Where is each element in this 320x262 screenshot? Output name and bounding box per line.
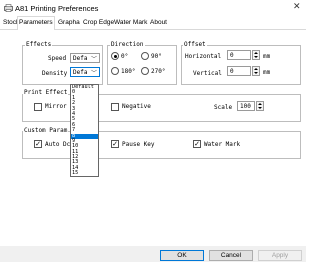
tab-about[interactable]: About [149, 17, 168, 30]
density-dropdown-list[interactable]: Default 0 1 2 3 4 5 6 7 8 9 10 11 12 13 … [70, 84, 99, 177]
offset-group-label: Offset [183, 41, 207, 48]
tab-bar: Stock Parameters Grapha Crop Edge Water … [0, 16, 306, 31]
printer-icon [4, 4, 13, 12]
density-label: Density [42, 70, 68, 77]
speed-select[interactable]: Defa ﹀ [70, 53, 100, 63]
scale-spinner[interactable] [256, 101, 264, 111]
tab-crop-edge[interactable]: Crop Edge [82, 17, 115, 30]
water-mark-checkbox[interactable]: ✓ [193, 140, 201, 148]
speed-value: Defa [73, 55, 88, 62]
title-bar: A81 Printing Preferences ✕ [0, 0, 306, 15]
water-mark-label: Water Mark [204, 141, 241, 148]
direction-group-label: Direction [110, 41, 145, 48]
cancel-button[interactable]: Cancel [209, 250, 253, 261]
direction-270-label: 270° [151, 68, 166, 75]
vertical-label: Vertical [193, 70, 222, 77]
tab-water-mark[interactable]: Water Mark [113, 17, 148, 30]
apply-button[interactable]: Apply [258, 250, 302, 261]
pause-key-checkbox[interactable]: ✓ [111, 140, 119, 148]
auto-label: Auto Dc [45, 141, 71, 148]
direction-90-label: 90° [151, 53, 162, 60]
effects-group [22, 45, 103, 85]
direction-group [107, 45, 177, 85]
vertical-unit: mm [263, 69, 271, 76]
vertical-spinner[interactable] [252, 66, 260, 76]
tab-grapha[interactable]: Grapha [57, 17, 81, 30]
auto-checkbox[interactable]: ✓ [34, 140, 42, 148]
print-effect-group-label: Print Effect [23, 89, 69, 96]
custom-params-group-label: Custom Param [23, 127, 69, 134]
negative-checkbox[interactable] [111, 103, 119, 111]
scale-label: Scale [214, 104, 233, 111]
window-title: A81 Printing Preferences [15, 4, 99, 13]
density-select[interactable]: Defa ﹀ [70, 67, 100, 77]
direction-0-label: 0° [121, 53, 129, 60]
horizontal-label: Horizontal [185, 53, 222, 60]
scale-input[interactable]: 100 [237, 101, 255, 111]
vertical-input[interactable]: 0 [227, 66, 251, 76]
density-value: Defa [73, 69, 88, 76]
chevron-down-icon: ﹀ [90, 56, 97, 63]
mirror-label: Mirror [45, 103, 67, 110]
direction-270-radio[interactable] [141, 67, 149, 75]
effects-group-label: Effects [25, 41, 53, 48]
tab-parameters[interactable]: Parameters [17, 16, 55, 31]
horizontal-input[interactable]: 0 [227, 50, 251, 60]
direction-0-radio[interactable] [111, 52, 119, 60]
mirror-checkbox[interactable] [34, 103, 42, 111]
direction-180-radio[interactable] [111, 67, 119, 75]
speed-label: Speed [48, 55, 67, 62]
close-icon[interactable]: ✕ [293, 2, 301, 12]
horizontal-unit: mm [263, 53, 271, 60]
pause-key-label: Pause Key [122, 141, 155, 148]
direction-90-radio[interactable] [141, 52, 149, 60]
ok-button[interactable]: OK [160, 250, 204, 261]
negative-label: Negative [122, 103, 151, 110]
chevron-down-icon: ﹀ [90, 70, 97, 77]
direction-180-label: 180° [121, 68, 136, 75]
horizontal-spinner[interactable] [252, 50, 260, 60]
dropdown-option[interactable]: 15 [71, 170, 98, 176]
